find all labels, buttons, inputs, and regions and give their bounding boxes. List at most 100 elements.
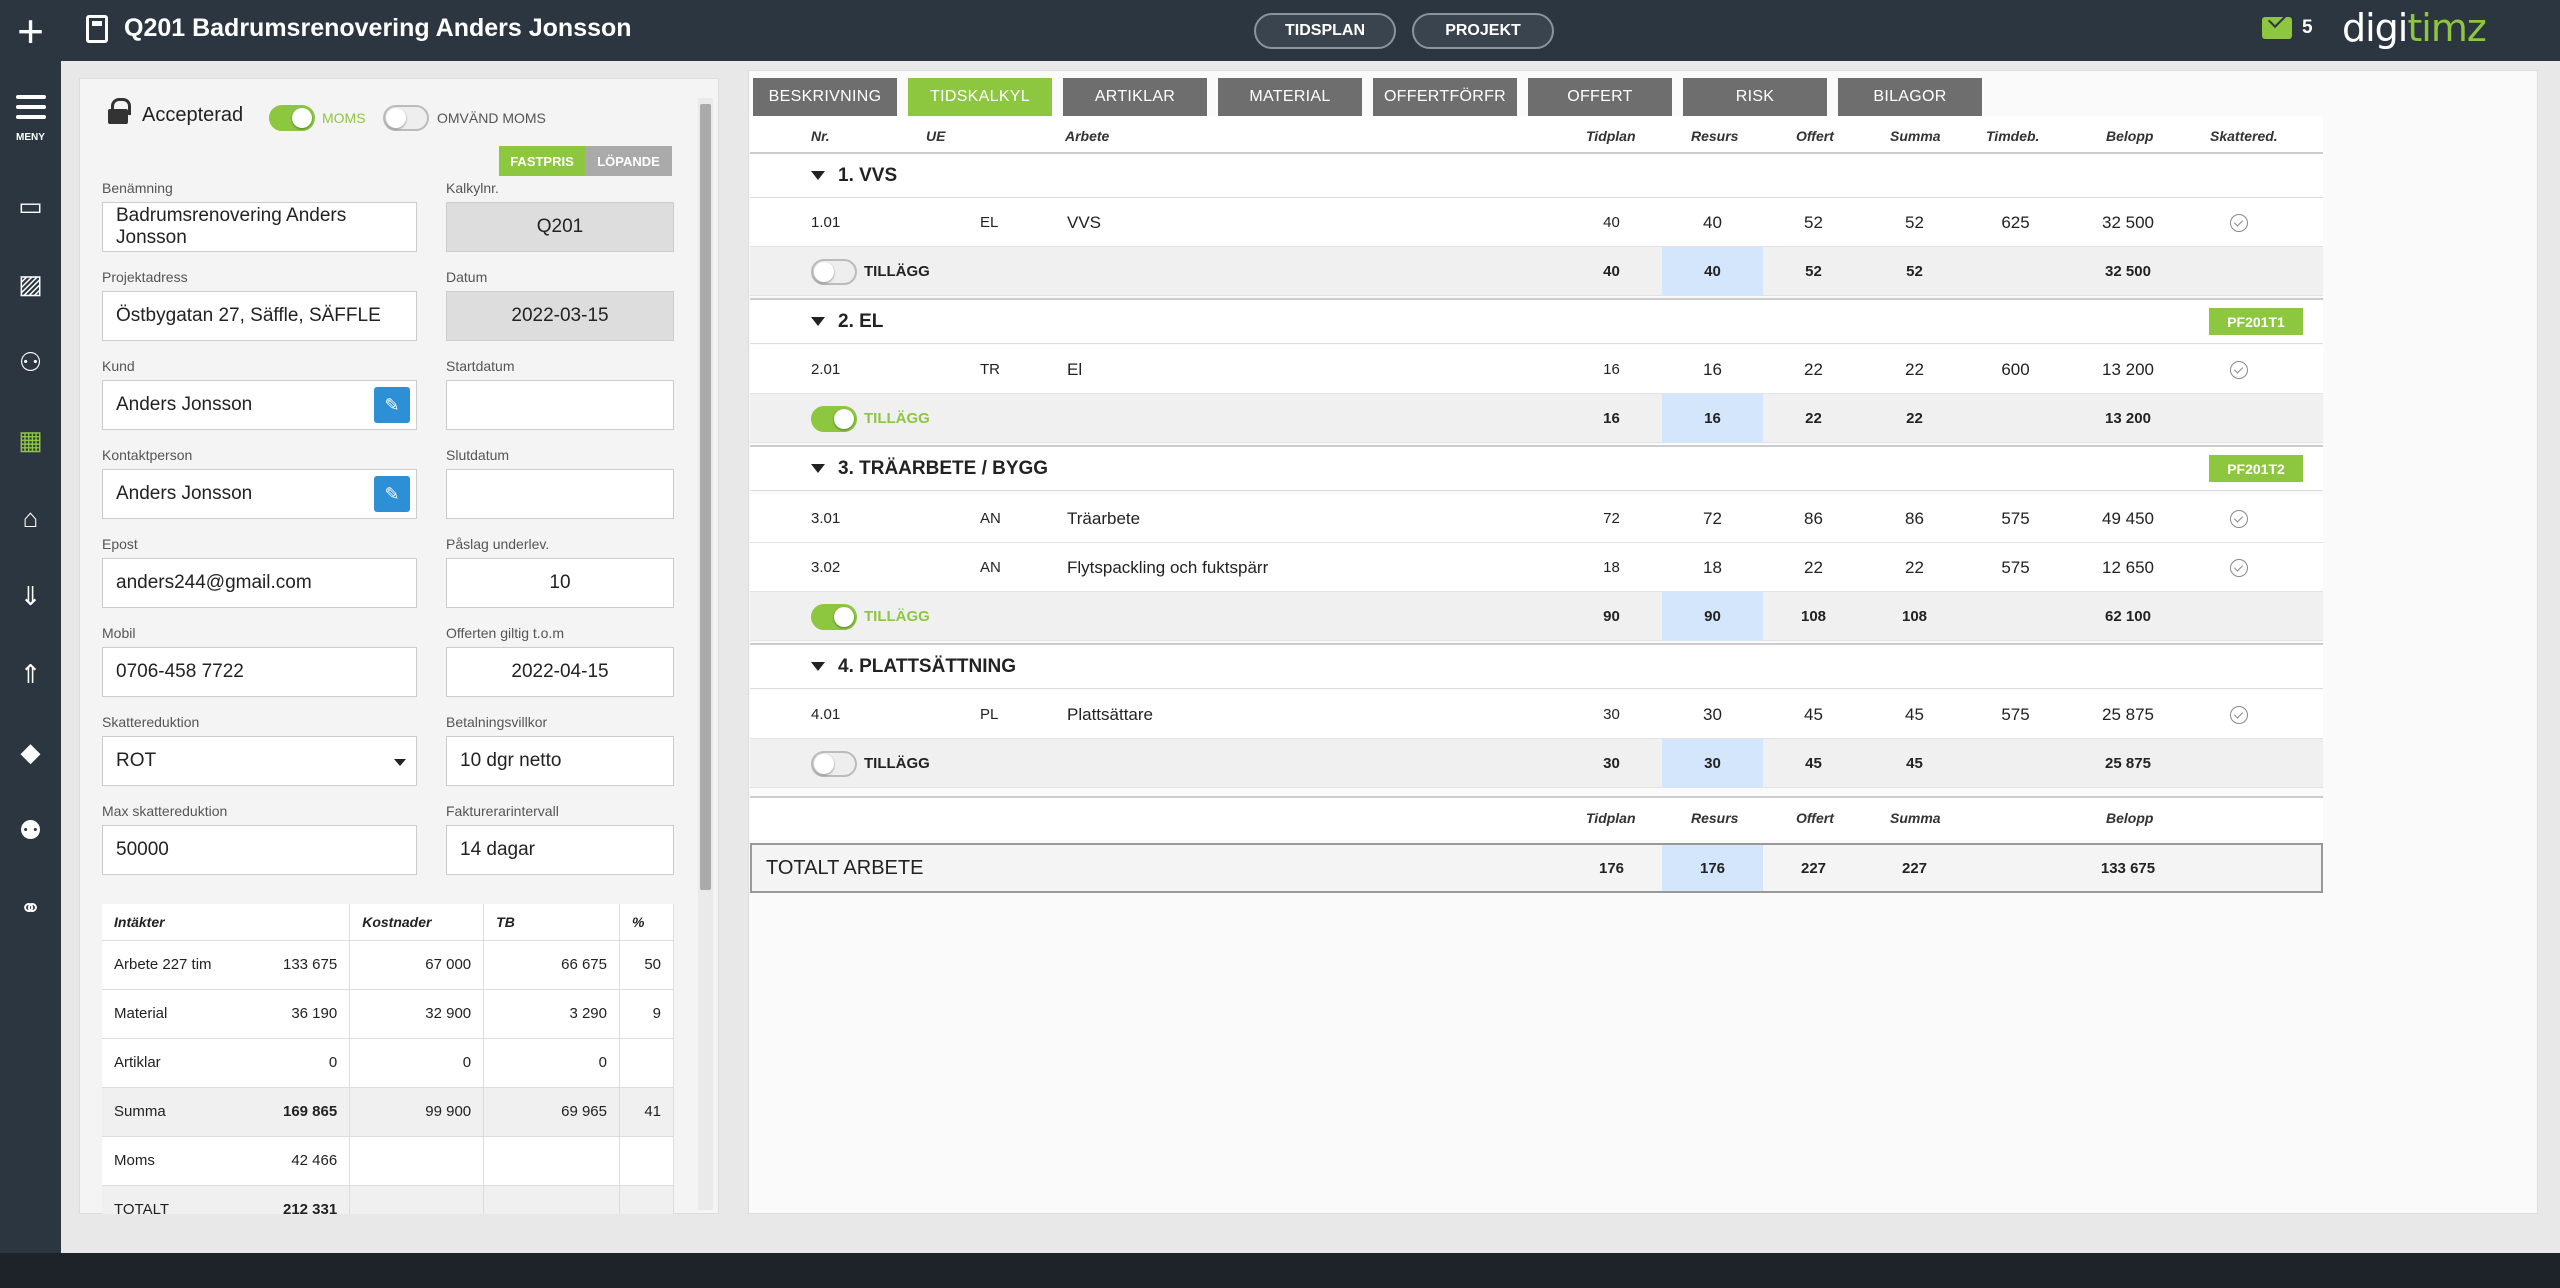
logo-part-b: timz <box>2407 6 2486 50</box>
faktura-field[interactable]: 14 dagar <box>446 825 674 875</box>
paslag-field[interactable]: 10 <box>446 558 674 608</box>
tillagg-toggle[interactable] <box>811 406 857 432</box>
giltig-field[interactable]: 2022-04-15 <box>446 647 674 697</box>
check-circle-icon[interactable] <box>2230 706 2248 724</box>
cell-timdeb[interactable]: 625 <box>1965 198 2066 247</box>
check-circle-icon[interactable] <box>2230 214 2248 232</box>
box-icon[interactable]: ◆ <box>15 738 46 766</box>
tab-offert[interactable]: OFFERT <box>1528 78 1672 116</box>
tab-bilagor[interactable]: BILAGOR <box>1838 78 1982 116</box>
check-circle-icon[interactable] <box>2230 361 2248 379</box>
cell-timdeb[interactable]: 575 <box>1965 690 2066 739</box>
users-icon[interactable]: ⚇ <box>15 348 46 376</box>
section-header[interactable]: 2. EL PF201T1 <box>750 298 2323 344</box>
tab-material[interactable]: MATERIAL <box>1218 78 1362 116</box>
cell-resurs[interactable]: 16 <box>1662 345 1763 394</box>
tab-tidskalkyl[interactable]: TIDSKALKYL <box>908 78 1052 116</box>
tab-beskrivning[interactable]: BESKRIVNING <box>753 78 897 116</box>
caret-down-icon[interactable] <box>811 171 825 180</box>
monitor-icon[interactable]: ▭ <box>15 192 46 220</box>
caret-down-icon[interactable] <box>811 662 825 671</box>
file-download-icon[interactable]: ⇓ <box>15 582 46 610</box>
file-upload-icon[interactable]: ⇑ <box>15 660 46 688</box>
skatt-select[interactable]: ROT <box>102 736 417 786</box>
cell-resurs[interactable]: 30 <box>1662 690 1763 739</box>
chevron-down-icon <box>394 759 406 766</box>
mobil-field[interactable]: 0706-458 7722 <box>102 647 417 697</box>
sub-summa: 52 <box>1906 263 1923 280</box>
section-header[interactable]: 4. PLATTSÄTTNING <box>750 643 2323 689</box>
cell-summa: 22 <box>1905 359 1924 379</box>
menu-label[interactable]: MENY <box>0 132 61 143</box>
table-row[interactable]: 2.01 TR El 16 16 22 22 600 13 200 <box>750 345 2323 394</box>
cell-timdeb[interactable]: 600 <box>1965 345 2066 394</box>
kontakt-field[interactable]: Anders Jonsson <box>102 469 417 519</box>
mail-icon[interactable] <box>2262 17 2292 39</box>
bank-icon[interactable]: ⌂ <box>15 504 46 532</box>
cell-offert[interactable]: 45 <box>1763 690 1864 739</box>
calculator-nav-icon[interactable]: ▦ <box>15 426 46 454</box>
cell-offert[interactable]: 22 <box>1763 543 1864 592</box>
caret-down-icon[interactable] <box>811 317 825 326</box>
epost-field[interactable]: anders244@gmail.com <box>102 558 417 608</box>
sub-belopp: 25 875 <box>2105 755 2151 772</box>
projekt-button[interactable]: PROJEKT <box>1412 13 1554 49</box>
image-icon[interactable]: ▨ <box>15 270 46 298</box>
cell-timdeb[interactable]: 575 <box>1965 543 2066 592</box>
tidsplan-button[interactable]: TIDSPLAN <box>1254 13 1396 49</box>
summary-label: Summa <box>114 1103 166 1120</box>
kund-field[interactable]: Anders Jonsson <box>102 380 417 430</box>
moms-toggle[interactable] <box>269 105 315 131</box>
omvand-moms-toggle[interactable] <box>383 105 429 131</box>
adress-field[interactable]: Östbygatan 27, Säffle, SÄFFLE <box>102 291 417 341</box>
table-row[interactable]: 1.01 EL VVS 40 40 52 52 625 32 500 <box>750 198 2323 247</box>
adress-label: Projektadress <box>102 269 188 285</box>
kalkylnr-field: Q201 <box>446 202 674 252</box>
section-badge[interactable]: PF201T1 <box>2209 308 2303 335</box>
tillagg-label: TILLÄGG <box>864 608 930 625</box>
check-circle-icon[interactable] <box>2230 559 2248 577</box>
add-icon[interactable]: + <box>0 0 61 61</box>
caret-down-icon[interactable] <box>811 464 825 473</box>
edit-kontakt-button[interactable]: ✎ <box>374 476 410 512</box>
section-title: 3. TRÄARBETE / BYGG <box>838 458 1049 479</box>
section-header[interactable]: 1. VVS <box>750 152 2323 198</box>
check-circle-icon[interactable] <box>2230 510 2248 528</box>
startdatum-field[interactable] <box>446 380 674 430</box>
cell-offert[interactable]: 52 <box>1763 198 1864 247</box>
tillagg-label: TILLÄGG <box>864 410 930 427</box>
tab-artiklar[interactable]: ARTIKLAR <box>1063 78 1207 116</box>
table-row[interactable]: 3.01 AN Träarbete 72 72 86 86 575 49 450 <box>750 494 2323 543</box>
team-icon[interactable]: ⚭ <box>15 894 46 922</box>
lock-icon[interactable] <box>108 98 131 124</box>
form-scrollbar-thumb[interactable] <box>700 104 711 890</box>
slutdatum-field[interactable] <box>446 469 674 519</box>
edit-kund-button[interactable]: ✎ <box>374 387 410 423</box>
tillagg-toggle[interactable] <box>811 259 857 285</box>
table-row[interactable]: 3.02 AN Flytspackling och fuktspärr 18 1… <box>750 543 2323 592</box>
menu-icon[interactable] <box>16 95 46 119</box>
betalning-field[interactable]: 10 dgr netto <box>446 736 674 786</box>
cell-offert[interactable]: 86 <box>1763 494 1864 543</box>
fastpris-option[interactable]: FASTPRIS <box>499 146 585 176</box>
tab-risk[interactable]: RISK <box>1683 78 1827 116</box>
summary-cell <box>619 1038 674 1088</box>
table-row[interactable]: 4.01 PL Plattsättare 30 30 45 45 575 25 … <box>750 690 2323 739</box>
subtotal-row: TILLÄGG 90 90 108 108 62 100 <box>750 592 2323 641</box>
section-header[interactable]: 3. TRÄARBETE / BYGG PF201T2 <box>750 445 2323 491</box>
tillagg-toggle[interactable] <box>811 751 857 777</box>
cell-resurs[interactable]: 40 <box>1662 198 1763 247</box>
cell-resurs[interactable]: 18 <box>1662 543 1763 592</box>
cell-timdeb[interactable]: 575 <box>1965 494 2066 543</box>
tab-offertforfr[interactable]: OFFERTFÖRFR <box>1373 78 1517 116</box>
cell-offert[interactable]: 22 <box>1763 345 1864 394</box>
summary-row: Arbete 227 tim 133 675 67 000 66 675 50 <box>102 940 674 990</box>
benamning-field[interactable]: Badrumsrenovering Anders Jonsson <box>102 202 417 252</box>
maxskatt-field[interactable]: 50000 <box>102 825 417 875</box>
lopande-option[interactable]: LÖPANDE <box>585 146 672 176</box>
section-badge[interactable]: PF201T2 <box>2209 455 2303 482</box>
user-clock-icon[interactable]: ⚉ <box>15 816 46 844</box>
cell-resurs[interactable]: 72 <box>1662 494 1763 543</box>
summary-value: 42 466 <box>291 1152 338 1169</box>
tillagg-toggle[interactable] <box>811 604 857 630</box>
